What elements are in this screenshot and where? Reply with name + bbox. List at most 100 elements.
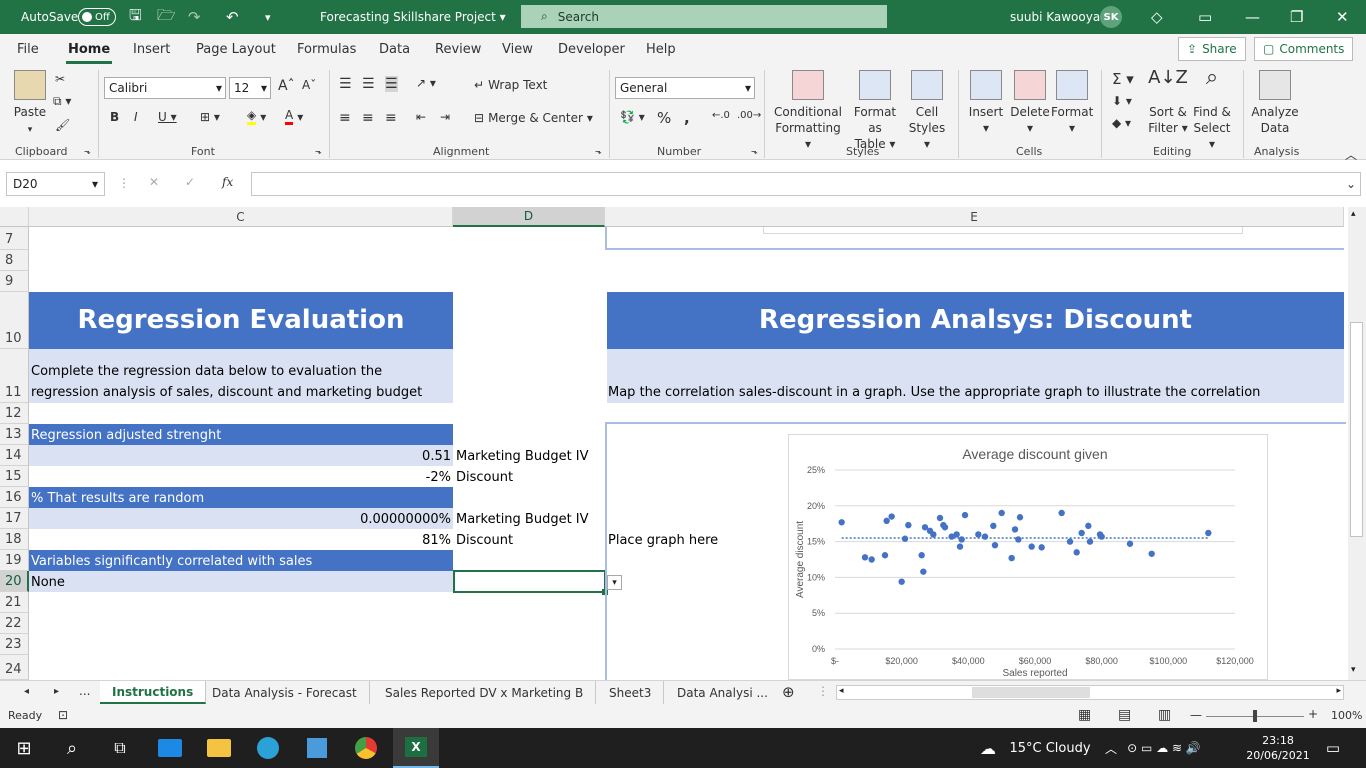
font-color-icon[interactable]: A ▾ [285, 108, 303, 125]
left-desc-line1[interactable]: Complete the regression data below to ev… [29, 360, 384, 381]
r15-value[interactable]: -2% [29, 466, 453, 487]
hscroll-thumb[interactable] [972, 687, 1090, 698]
align-middle-icon[interactable]: ☰ [362, 76, 375, 92]
insert-cells-button[interactable]: Insert ▾ [966, 70, 1006, 136]
add-sheet-icon[interactable]: ⊕ [782, 683, 795, 701]
increase-font-icon[interactable]: Aˆ [278, 78, 295, 94]
align-top-icon[interactable]: ☰ [339, 76, 352, 92]
row-header[interactable]: 23 [0, 634, 29, 655]
page-break-view-icon[interactable]: ▥ [1158, 707, 1171, 723]
share-button[interactable]: ⇪ Share [1178, 37, 1246, 61]
scatter-chart[interactable]: 0% 5% 10% 15% 20% 25% $- $20,000 $40,000 $60,000 $… [788, 434, 1268, 680]
row-header[interactable]: 11 [0, 349, 29, 403]
merge-center-button[interactable]: ⊟ Merge & Center ▾ [474, 111, 593, 125]
tab-file[interactable]: File [17, 42, 39, 57]
task-view-icon[interactable]: ⧉ [96, 728, 144, 768]
align-right-icon[interactable]: ≡ [385, 110, 397, 126]
comments-button[interactable]: ▢ Comments [1254, 37, 1354, 61]
clock[interactable]: 23:18 20/06/2021 [1244, 728, 1312, 768]
regression-strength-header[interactable]: Regression adjusted strenght [29, 424, 453, 445]
save-icon[interactable]: 🖫 [129, 0, 142, 34]
row-header[interactable]: 21 [0, 592, 29, 613]
r20-value[interactable]: None [29, 571, 67, 592]
vertical-scrollbar[interactable]: ▴ ▾ [1348, 207, 1366, 680]
avatar[interactable]: SK [1100, 6, 1122, 28]
worksheet-grid[interactable]: C D E 7 8 9 10 11 12 13 14 15 16 17 18 1… [0, 207, 1366, 680]
cloud-weather-icon[interactable]: ☁ [975, 728, 1001, 768]
row-header[interactable]: 16 [0, 487, 29, 508]
fill-icon[interactable]: ⬇ ▾ [1112, 94, 1132, 108]
font-name-combo[interactable]: Calibri ▾ [104, 77, 226, 99]
row-header[interactable]: 22 [0, 613, 29, 634]
weather-text[interactable]: 15°C Cloudy [1004, 728, 1096, 768]
excel-taskbar-icon[interactable]: X [393, 728, 439, 768]
tab-developer[interactable]: Developer [558, 42, 625, 57]
restore-icon[interactable]: ❐ [1290, 0, 1303, 34]
show-hidden-icons[interactable]: ︿ [1102, 728, 1120, 768]
tab-review[interactable]: Review [435, 42, 481, 57]
normal-view-icon[interactable]: ▦ [1078, 707, 1091, 723]
decrease-indent-icon[interactable]: ⇤ [416, 110, 426, 124]
increase-decimal-icon[interactable]: ←.0 [712, 110, 730, 121]
scroll-left-icon[interactable]: ◂ [839, 686, 844, 696]
align-bottom-icon[interactable]: ☰ [385, 76, 398, 92]
r15-label[interactable]: Discount [454, 466, 515, 487]
format-painter-icon[interactable]: 🖌 [55, 118, 70, 132]
row-header[interactable]: 24 [0, 655, 29, 680]
file-explorer-icon[interactable] [197, 728, 241, 768]
row-header[interactable]: 12 [0, 403, 29, 424]
autosave-toggle-wrap[interactable]: Off [78, 0, 116, 34]
notifications-icon[interactable]: ▭ [1318, 728, 1348, 768]
macro-record-icon[interactable]: ⊡ [58, 708, 68, 722]
r17-value[interactable]: 0.00000000% [29, 508, 453, 529]
r14-label[interactable]: Marketing Budget IV [454, 445, 591, 466]
zoom-out-icon[interactable]: — [1190, 708, 1202, 722]
tab-help[interactable]: Help [646, 42, 676, 57]
clear-icon[interactable]: ◆ ▾ [1112, 116, 1131, 130]
autosum-icon[interactable]: Σ ▾ [1112, 70, 1134, 88]
alignment-launcher-icon[interactable]: ⬎ [595, 147, 602, 156]
document-title[interactable]: Forecasting Skillshare Project ▾ [320, 0, 506, 34]
store-icon[interactable] [295, 728, 339, 768]
column-header-d[interactable]: D [453, 207, 605, 227]
conditional-formatting-button[interactable]: Conditional Formatting ▾ [772, 70, 844, 152]
accounting-format-icon[interactable]: 💱 ▾ [620, 110, 645, 124]
column-header-e[interactable]: E [605, 207, 1344, 227]
format-as-table-button[interactable]: Format as Table ▾ [847, 70, 903, 152]
next-sheet-icon[interactable]: ▸ [54, 686, 59, 697]
more-sheets-icon[interactable]: ... [79, 684, 90, 698]
row-header-selected[interactable]: 20 [0, 571, 29, 592]
formula-input[interactable] [251, 172, 1361, 196]
select-all-corner[interactable] [0, 207, 29, 227]
tab-formulas[interactable]: Formulas [297, 42, 356, 57]
enter-icon[interactable]: ✓ [185, 175, 195, 189]
clipboard-launcher-icon[interactable]: ⬎ [84, 147, 91, 156]
r17-label[interactable]: Marketing Budget IV [454, 508, 591, 529]
close-icon[interactable]: ✕ [1336, 0, 1349, 34]
copy-icon[interactable]: ⧉ ▾ [53, 94, 71, 109]
left-title[interactable]: Regression Evaluation [29, 292, 453, 349]
random-results-header[interactable]: % That results are random [29, 487, 453, 508]
find-select-button[interactable]: ⌕ Find & Select ▾ [1189, 67, 1235, 152]
search-icon[interactable]: ⌕ [48, 728, 96, 768]
tab-data[interactable]: Data [379, 42, 410, 57]
right-title[interactable]: Regression Analsys: Discount [607, 292, 1344, 349]
column-header-c[interactable]: C [29, 207, 453, 227]
autosave-toggle[interactable]: Off [78, 8, 116, 26]
tab-insert[interactable]: Insert [133, 42, 170, 57]
diamond-icon[interactable]: ◇ [1151, 0, 1163, 34]
number-format-combo[interactable]: General ▾ [615, 77, 755, 99]
scroll-down-icon[interactable]: ▾ [1351, 665, 1356, 675]
expand-formula-bar-icon[interactable]: ⌄ [1346, 177, 1356, 191]
paste-button[interactable]: Paste ▾ [12, 70, 48, 138]
row-header[interactable]: 14 [0, 445, 29, 466]
orientation-icon[interactable]: ↗ ▾ [416, 76, 436, 90]
row-header[interactable]: 8 [0, 250, 29, 271]
row-header[interactable]: 7 [0, 227, 29, 250]
font-launcher-icon[interactable]: ⬎ [315, 147, 322, 156]
tab-view[interactable]: View [502, 42, 533, 57]
zoom-in-icon[interactable]: + [1308, 707, 1318, 721]
borders-icon[interactable]: ⊞ ▾ [200, 110, 220, 124]
row-header[interactable]: 17 [0, 508, 29, 529]
ribbon-display-icon[interactable]: ▭ [1198, 0, 1212, 34]
